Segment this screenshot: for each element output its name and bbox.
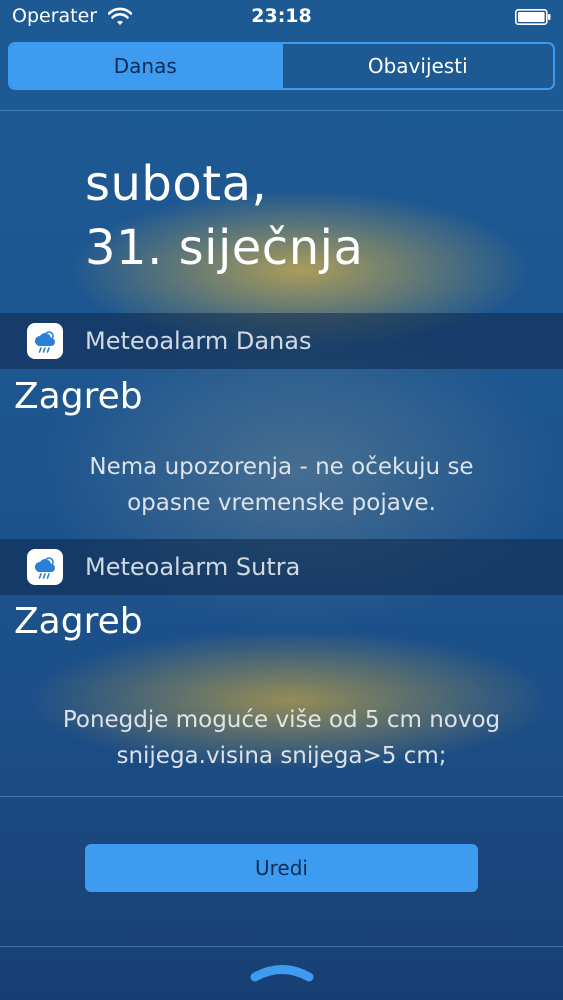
widget-message: Nema upozorenja - ne očekuju se opasne v…	[0, 449, 563, 521]
widget-message: Ponegdje moguće više od 5 cm novog snije…	[0, 702, 563, 774]
tab-notifications[interactable]: Obavijesti	[280, 44, 554, 88]
grabber-handle-icon[interactable]	[249, 958, 315, 984]
date-heading: subota, 31. siječnja	[85, 152, 563, 280]
message-line: opasne vremenske pojave.	[127, 490, 436, 516]
tab-today[interactable]: Danas	[10, 44, 281, 88]
battery-icon	[515, 9, 551, 25]
message-line: Nema upozorenja - ne očekuju se	[89, 454, 474, 480]
message-line: Ponegdje moguće više od 5 cm novog	[62, 707, 501, 733]
weather-cloud-icon	[27, 323, 63, 359]
date-day: 31. siječnja	[85, 220, 364, 276]
message-line: snijega.visina snijega>5 cm;	[116, 743, 447, 769]
widget-city: Zagreb	[14, 601, 143, 642]
status-bar: Operater 23:18	[0, 0, 563, 36]
view-switcher: Danas Obavijesti	[8, 42, 555, 90]
divider	[0, 946, 563, 947]
date-weekday: subota,	[85, 156, 268, 212]
divider	[0, 110, 563, 111]
widget-title: Meteoalarm Danas	[85, 327, 312, 355]
widget-city: Zagreb	[14, 376, 143, 417]
widget-title: Meteoalarm Sutra	[85, 553, 301, 581]
widget-header-tomorrow[interactable]: Meteoalarm Sutra	[0, 539, 563, 595]
weather-cloud-icon	[27, 549, 63, 585]
divider	[0, 796, 563, 797]
widget-header-today[interactable]: Meteoalarm Danas	[0, 313, 563, 369]
edit-button[interactable]: Uredi	[85, 844, 478, 892]
status-time: 23:18	[251, 5, 312, 27]
